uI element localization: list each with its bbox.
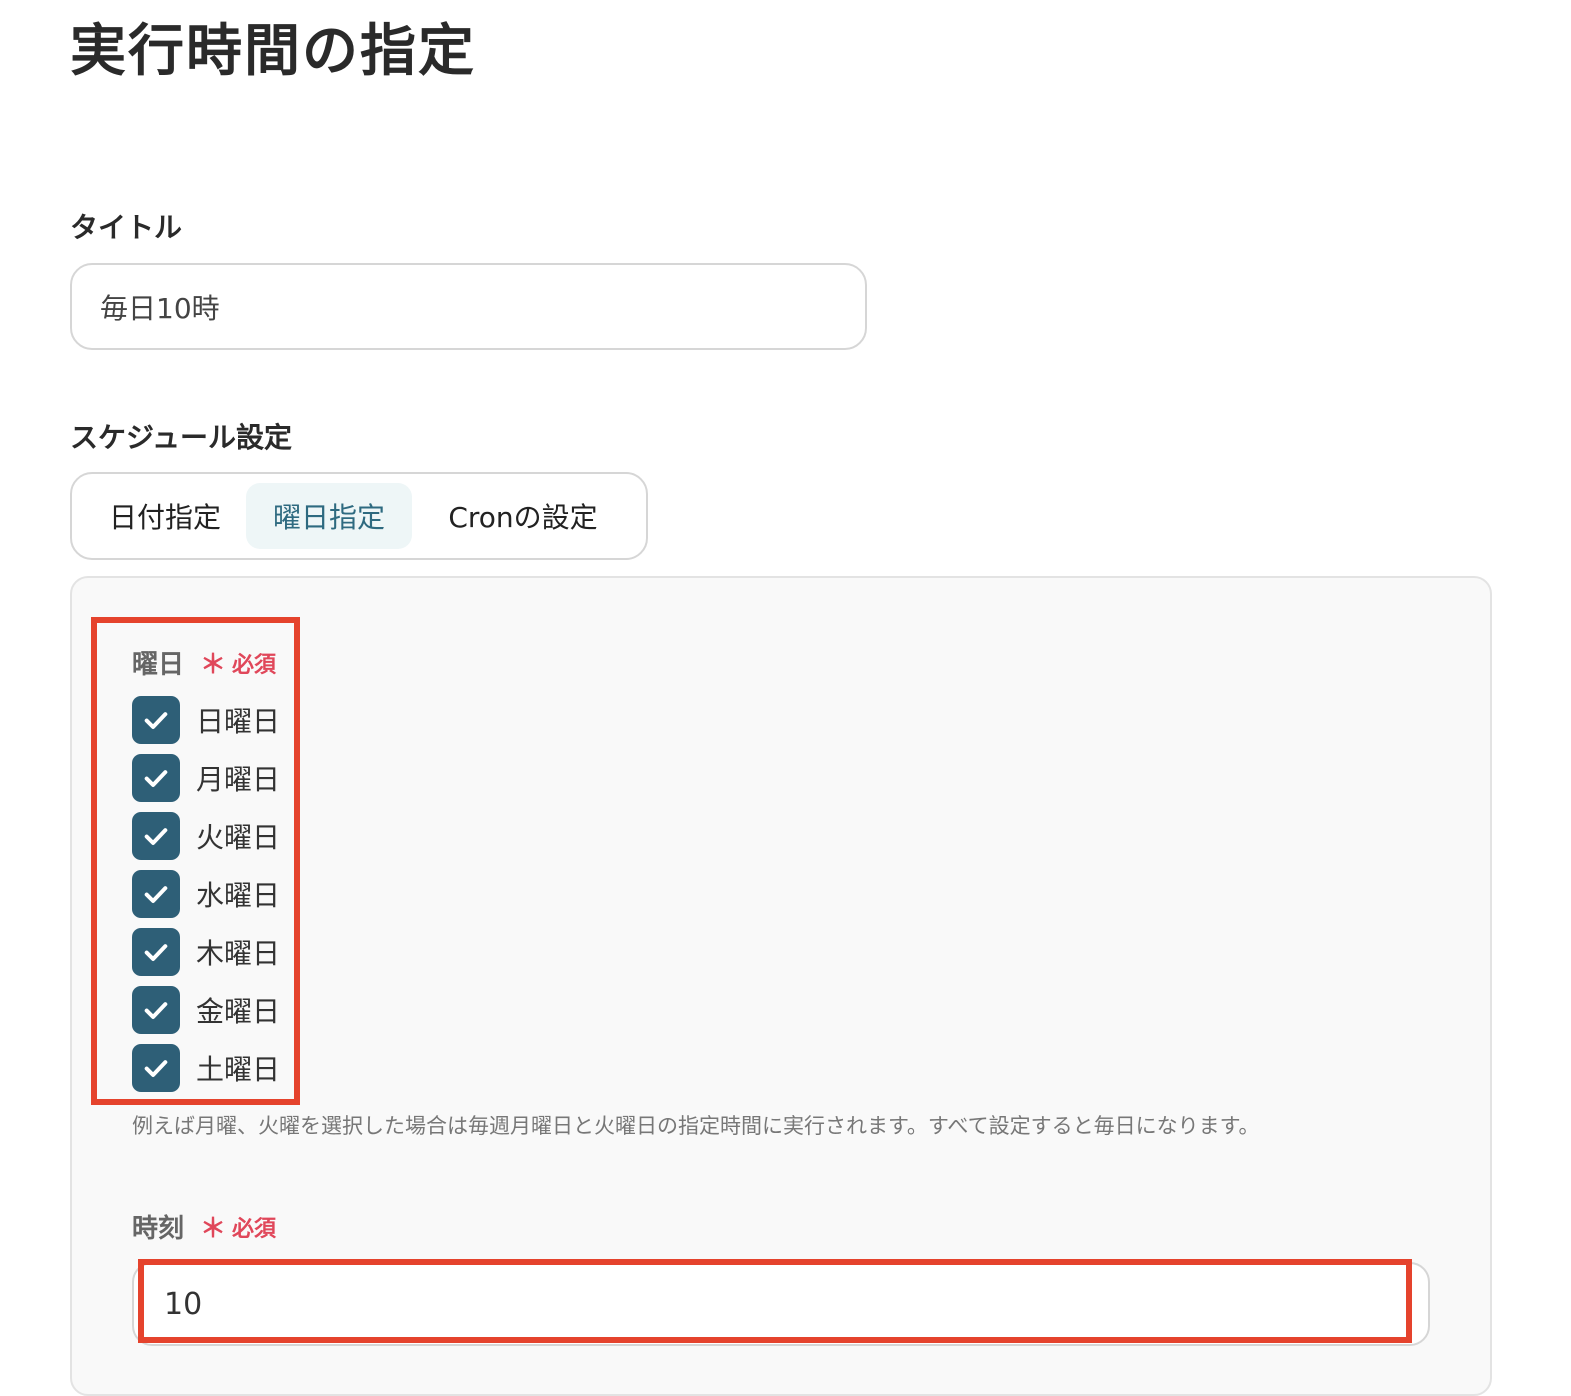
check-icon[interactable] [132, 696, 180, 744]
time-input[interactable] [132, 1262, 1430, 1346]
day-label: 火曜日 [196, 821, 281, 854]
check-icon[interactable] [132, 928, 180, 976]
day-label: 土曜日 [196, 1053, 281, 1086]
check-icon[interactable] [132, 986, 180, 1034]
day-checkbox-sunday[interactable]: 日曜日 [132, 696, 280, 744]
day-checkbox-saturday[interactable]: 土曜日 [132, 1044, 280, 1092]
check-icon[interactable] [132, 870, 180, 918]
tab-weekday[interactable]: 曜日指定 [246, 483, 412, 549]
tab-date[interactable]: 日付指定 [84, 483, 246, 549]
time-label-group: 時刻 ＊ 必須 [132, 1208, 276, 1245]
day-label: 水曜日 [196, 879, 281, 912]
time-label: 時刻 [132, 1214, 185, 1244]
tab-cron[interactable]: Cronの設定 [412, 483, 634, 549]
required-asterisk-icon: ＊ [200, 1214, 227, 1244]
day-checkbox-thursday[interactable]: 木曜日 [132, 928, 280, 976]
schedule-tabs: 日付指定 曜日指定 Cronの設定 [70, 472, 648, 560]
required-badge: ＊ 必須 [200, 1208, 276, 1245]
title-field-label: タイトル [70, 211, 183, 244]
check-icon[interactable] [132, 754, 180, 802]
weekday-hint: 例えば月曜、火曜を選択した場合は毎週月曜日と火曜日の指定時間に実行されます。すべ… [132, 1114, 1260, 1138]
day-checkbox-wednesday[interactable]: 水曜日 [132, 870, 280, 918]
weekday-label-group: 曜日 ＊ 必須 [132, 644, 276, 681]
day-label: 日曜日 [196, 705, 281, 738]
required-badge: ＊ 必須 [200, 644, 276, 681]
check-icon[interactable] [132, 1044, 180, 1092]
day-checkbox-tuesday[interactable]: 火曜日 [132, 812, 280, 860]
check-icon[interactable] [132, 812, 180, 860]
title-input[interactable] [70, 263, 867, 350]
day-label: 木曜日 [196, 937, 281, 970]
required-asterisk-icon: ＊ [200, 650, 227, 680]
required-text: 必須 [232, 652, 277, 678]
page-title: 実行時間の指定 [70, 19, 476, 84]
weekday-label: 曜日 [132, 650, 185, 680]
required-text: 必須 [232, 1216, 277, 1242]
day-label: 月曜日 [196, 763, 281, 796]
day-checkbox-monday[interactable]: 月曜日 [132, 754, 280, 802]
day-checkbox-friday[interactable]: 金曜日 [132, 986, 280, 1034]
day-label: 金曜日 [196, 995, 281, 1028]
schedule-label: スケジュール設定 [70, 421, 293, 454]
